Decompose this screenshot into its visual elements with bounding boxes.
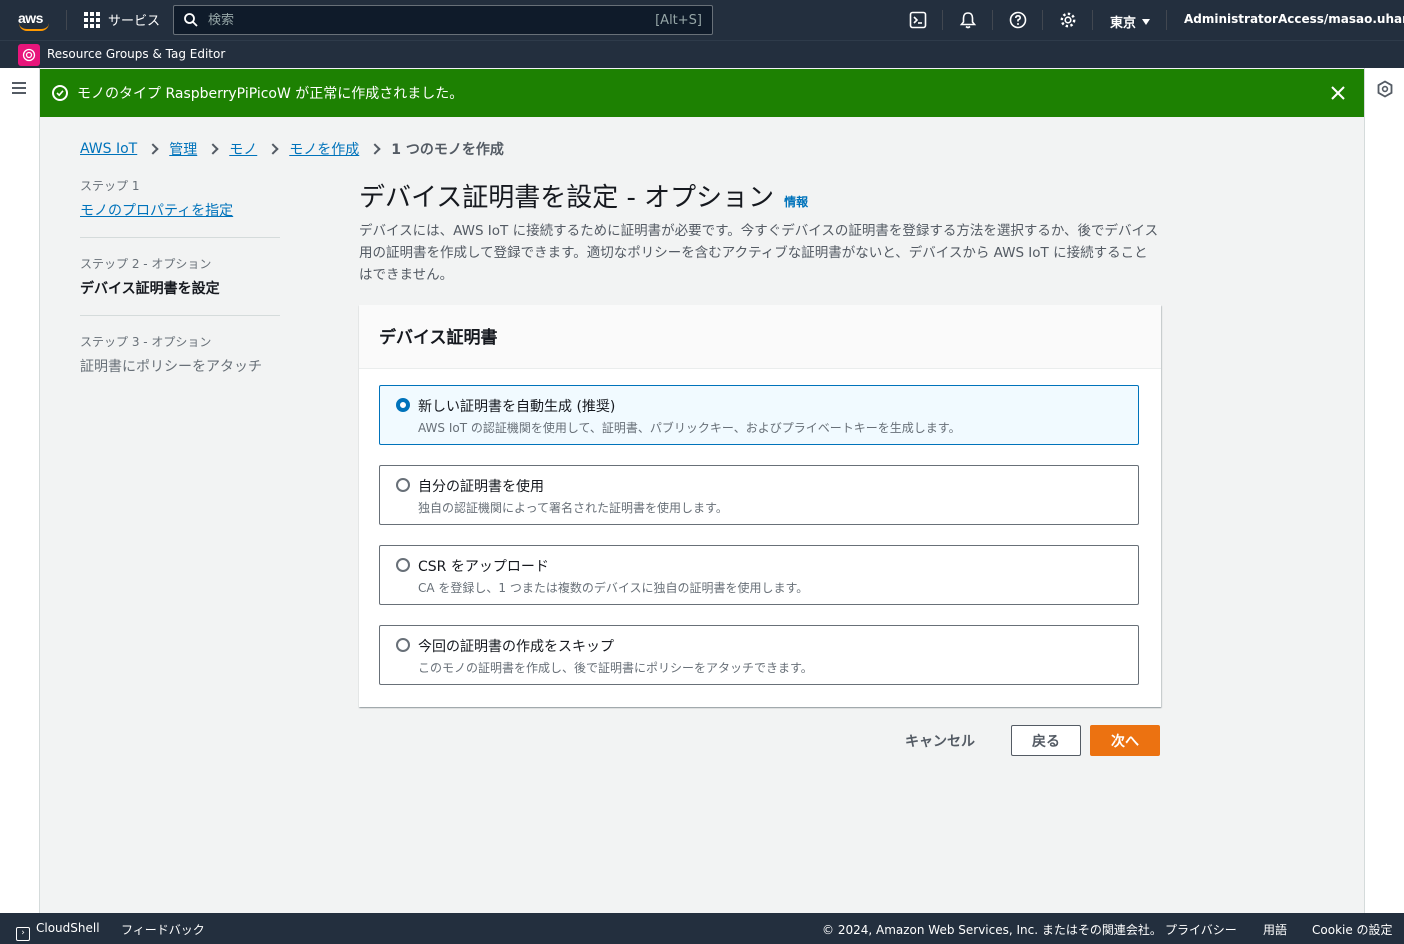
gear-icon[interactable] <box>1058 10 1078 30</box>
services-label: サービス <box>108 14 161 29</box>
nav-divider <box>942 10 943 30</box>
copyright-text: © 2024, Amazon Web Services, Inc. またはその関… <box>822 923 1162 937</box>
step-number: ステップ 2 - オプション <box>80 257 212 271</box>
option-upload-csr[interactable]: CSR をアップロード CA を登録し、1 つまたは複数のデバイスに独自の証明書… <box>379 545 1139 605</box>
device-certificate-panel: デバイス証明書 新しい証明書を自動生成 (推奨) AWS IoT の認証機関を使… <box>359 305 1161 707</box>
option-description: 独自の認証機関によって署名された証明書を使用します。 <box>418 501 728 515</box>
cloudshell-label: CloudShell <box>36 921 100 935</box>
footer: › CloudShell フィードバック © 2024, Amazon Web S… <box>0 913 1404 944</box>
option-auto-generate[interactable]: 新しい証明書を自動生成 (推奨) AWS IoT の認証機関を使用して、証明書、… <box>379 385 1139 445</box>
main-content: AWS IoT 管理 モノ モノを作成 1 つのモノを作成 ステップ 1 モノの… <box>41 117 1363 913</box>
menu-icon[interactable] <box>12 82 26 94</box>
account-label: AdministratorAccess/masao.uhara <box>1184 12 1404 26</box>
breadcrumb-create-things[interactable]: モノを作成 <box>289 139 359 159</box>
option-description: AWS IoT の認証機関を使用して、証明書、パブリックキー、およびプライベート… <box>418 421 961 435</box>
aws-smile-icon <box>19 23 49 31</box>
cloudshell-button[interactable]: › CloudShell <box>16 921 100 941</box>
chevron-right-icon <box>147 143 159 155</box>
wizard-step-2: ステップ 2 - オプション デバイス証明書を設定 <box>80 255 280 316</box>
page-title: デバイス証明書を設定 - オプション <box>359 183 775 213</box>
page-header: デバイス証明書を設定 - オプション 情報 <box>359 177 1161 214</box>
next-button[interactable]: 次へ <box>1090 725 1160 756</box>
option-label: 新しい証明書を自動生成 (推奨) <box>418 399 616 415</box>
step-disabled: 証明書にポリシーをアタッチ <box>80 359 262 375</box>
radio-button[interactable] <box>396 558 410 572</box>
step-current: デバイス証明書を設定 <box>80 281 220 297</box>
wizard-content: デバイス証明書を設定 - オプション 情報 デバイスには、AWS IoT に接続… <box>359 177 1161 756</box>
wizard-steps: ステップ 1 モノのプロパティを指定 ステップ 2 - オプション デバイス証明… <box>80 177 280 410</box>
top-navigation: aws サービス [Alt+S] 東京 AdministratorAccess/… <box>0 0 1404 40</box>
nav-divider <box>1092 10 1093 30</box>
bell-icon[interactable] <box>958 10 978 30</box>
left-rail <box>0 68 40 913</box>
feedback-link[interactable]: フィードバック <box>121 921 205 938</box>
search-input[interactable] <box>208 12 656 28</box>
breadcrumb-manage[interactable]: 管理 <box>169 139 197 159</box>
chevron-right-icon <box>267 143 279 155</box>
search-icon <box>184 13 198 27</box>
panel-title: デバイス証明書 <box>359 305 1161 369</box>
cookie-settings-link[interactable]: Cookie の設定 <box>1312 921 1393 938</box>
nav-divider <box>66 10 67 30</box>
wizard-step-3: ステップ 3 - オプション 証明書にポリシーをアタッチ <box>80 333 280 393</box>
aws-logo[interactable]: aws <box>18 8 52 32</box>
nav-divider <box>992 10 993 30</box>
option-description: このモノの証明書を作成し、後で証明書にポリシーをアタッチできます。 <box>418 661 813 675</box>
region-selector[interactable]: 東京 <box>1110 12 1151 31</box>
option-description: CA を登録し、1 つまたは複数のデバイスに独自の証明書を使用します。 <box>418 581 809 595</box>
step-link[interactable]: モノのプロパティを指定 <box>80 203 233 219</box>
cancel-button[interactable]: キャンセル <box>905 731 975 751</box>
help-icon[interactable] <box>1008 10 1028 30</box>
step-number: ステップ 1 <box>80 179 140 193</box>
cloudshell-icon: › <box>16 927 30 941</box>
chevron-right-icon <box>369 143 381 155</box>
info-link[interactable]: 情報 <box>784 193 808 210</box>
grid-icon <box>84 11 100 28</box>
option-label: CSR をアップロード <box>418 559 549 575</box>
terms-link[interactable]: 用語 <box>1263 921 1287 938</box>
success-flashbar: モノのタイプ RaspberryPiPicoW が正常に作成されました。 <box>40 69 1364 117</box>
nav-divider <box>1166 10 1167 30</box>
services-menu-button[interactable]: サービス <box>84 10 160 29</box>
breadcrumb-things[interactable]: モノ <box>229 139 257 159</box>
step-number: ステップ 3 - オプション <box>80 335 212 349</box>
privacy-link[interactable]: プライバシー <box>1165 921 1237 938</box>
right-rail <box>1364 68 1404 913</box>
option-skip[interactable]: 今回の証明書の作成をスキップ このモノの証明書を作成し、後で証明書にポリシーをア… <box>379 625 1139 685</box>
resource-groups-icon[interactable] <box>18 44 40 66</box>
breadcrumb-current: 1 つのモノを作成 <box>391 142 504 158</box>
breadcrumb: AWS IoT 管理 モノ モノを作成 1 つのモノを作成 <box>80 139 504 159</box>
radio-button[interactable] <box>396 478 410 492</box>
region-label: 東京 <box>1110 16 1137 31</box>
nav-divider <box>1042 10 1043 30</box>
search-shortcut-hint: [Alt+S] <box>655 12 702 28</box>
radio-button[interactable] <box>396 638 410 652</box>
search-bar[interactable]: [Alt+S] <box>173 5 713 35</box>
option-use-own[interactable]: 自分の証明書を使用 独自の認証機関によって署名された証明書を使用します。 <box>379 465 1139 525</box>
radio-button[interactable] <box>396 398 410 412</box>
hexagon-icon[interactable] <box>1376 80 1394 98</box>
back-button[interactable]: 戻る <box>1011 725 1081 756</box>
cloudshell-icon[interactable] <box>908 10 928 30</box>
page-description: デバイスには、AWS IoT に接続するために証明書が必要です。今すぐデバイスの… <box>359 223 1159 283</box>
caret-down-icon <box>1142 18 1151 25</box>
option-label: 自分の証明書を使用 <box>418 479 544 495</box>
pinned-service-link[interactable]: Resource Groups & Tag Editor <box>47 47 225 61</box>
option-label: 今回の証明書の作成をスキップ <box>418 639 614 655</box>
check-circle-icon <box>52 85 68 101</box>
account-menu[interactable]: AdministratorAccess/masao.uhara <box>1184 12 1404 26</box>
breadcrumb-aws-iot[interactable]: AWS IoT <box>80 141 137 157</box>
wizard-actions: キャンセル 戻る 次へ <box>359 725 1161 757</box>
close-icon[interactable] <box>1328 83 1348 103</box>
chevron-right-icon <box>207 143 219 155</box>
favorites-bar: Resource Groups & Tag Editor <box>0 40 1404 68</box>
wizard-step-1: ステップ 1 モノのプロパティを指定 <box>80 177 280 238</box>
flash-message: モノのタイプ RaspberryPiPicoW が正常に作成されました。 <box>77 86 464 102</box>
